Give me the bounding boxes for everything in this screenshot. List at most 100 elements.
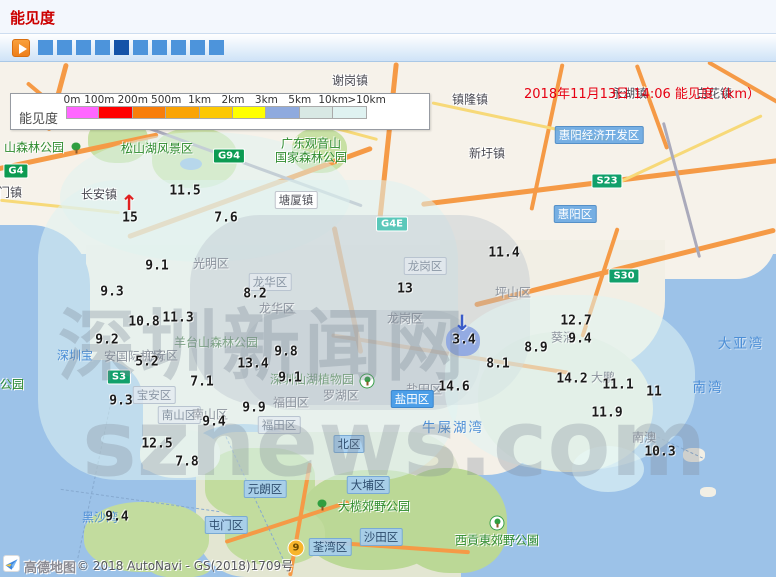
map-label-chip-hk: 荃湾区 bbox=[309, 538, 352, 556]
station-value: 8.9 bbox=[524, 341, 547, 356]
map-label-town-dim: 坪山区 bbox=[495, 284, 531, 301]
timeline-frame-10[interactable] bbox=[209, 40, 224, 55]
station-value: 9.4 bbox=[202, 415, 225, 430]
amap-logo-icon bbox=[3, 555, 20, 572]
station-value: 13 bbox=[397, 282, 413, 297]
station-value: 10.8 bbox=[128, 315, 159, 330]
station-value: 12.5 bbox=[141, 437, 172, 452]
visibility-legend: 能见度 0m100m 200m500m 1km 2km 3km 5km 10km>10km bbox=[10, 93, 430, 130]
map-label-park: 松山湖风景区 bbox=[121, 140, 193, 157]
timeline-frame-7[interactable] bbox=[152, 40, 167, 55]
copyright-text: © 2018 AutoNavi - GS(2018)1709号 bbox=[77, 557, 293, 574]
timeline-frame-9[interactable] bbox=[190, 40, 205, 55]
map-label-town: 长安镇 bbox=[81, 186, 117, 203]
legend-segment-2 bbox=[133, 106, 166, 119]
legend-tick-label: 0m bbox=[64, 94, 81, 106]
map-label-chip-blue: 惠阳区 bbox=[554, 205, 597, 223]
station-value: 9.9 bbox=[242, 401, 265, 416]
map-canvas[interactable]: 深圳新闻网 sznews.com 能见度 0m100m200m500m1km2k… bbox=[0, 62, 776, 577]
station-value: 9.4 bbox=[105, 510, 128, 525]
legend-segment-5 bbox=[233, 106, 266, 119]
station-value: 7.6 bbox=[214, 211, 237, 226]
timeline-frame-4[interactable] bbox=[95, 40, 110, 55]
map-label-park: 西貢東郊野公園 bbox=[455, 532, 539, 549]
station-value: 11.9 bbox=[591, 406, 622, 421]
map-label-town: 门镇 bbox=[0, 184, 22, 201]
legend-tick-label: 1km bbox=[188, 94, 211, 106]
station-value: 11.1 bbox=[602, 378, 633, 393]
legend-segment-3 bbox=[166, 106, 199, 119]
station-value: 10.3 bbox=[644, 445, 675, 460]
legend-tick-label: 3km bbox=[255, 94, 278, 106]
map-label-chip-hk: 沙田区 bbox=[360, 528, 403, 546]
tree-icon bbox=[490, 516, 505, 531]
tree-icon bbox=[71, 143, 82, 154]
road-badge-G4E: G4E bbox=[376, 217, 408, 232]
station-value: 11.3 bbox=[162, 311, 193, 326]
station-value: 11.5 bbox=[169, 184, 200, 199]
timeline-frame-5[interactable] bbox=[114, 40, 129, 55]
station-value: 9.1 bbox=[278, 371, 301, 386]
amap-brand: 高德地图 bbox=[24, 557, 76, 576]
play-icon bbox=[19, 44, 27, 54]
road-badge-G94: G94 bbox=[213, 149, 245, 164]
station-value: 14.6 bbox=[438, 380, 469, 395]
legend-segment-4 bbox=[200, 106, 233, 119]
legend-tick-label: 200m bbox=[118, 94, 148, 106]
play-button[interactable] bbox=[12, 39, 30, 57]
tree-icon bbox=[317, 500, 328, 511]
map-label-town: 镇隆镇 bbox=[452, 91, 488, 108]
road-badge-G4: G4 bbox=[3, 164, 28, 179]
legend-tick-label: 5km bbox=[288, 94, 311, 106]
map-label-chip-blue: 惠阳经济开发区 bbox=[555, 126, 644, 144]
animation-toolbar bbox=[0, 33, 776, 62]
station-value: 9.3 bbox=[100, 285, 123, 300]
legend-tick-label: >10km bbox=[347, 94, 385, 106]
map-label-town-dim: 光明区 bbox=[193, 255, 229, 272]
timeline-frame-1[interactable] bbox=[38, 40, 53, 55]
station-value: 9.4 bbox=[568, 332, 591, 347]
station-value: 11 bbox=[646, 385, 662, 400]
legend-tick-label: 500m bbox=[151, 94, 181, 106]
timeline-frame-2[interactable] bbox=[57, 40, 72, 55]
timestamp-label: 2018年11月13日 14:06 能见度（km） bbox=[524, 83, 760, 102]
map-label-park: 大榄郊野公园 bbox=[338, 498, 410, 515]
map-label-chip-hk: 屯门区 bbox=[205, 516, 248, 534]
station-value: 8.2 bbox=[243, 287, 266, 302]
station-value: 13.4 bbox=[237, 357, 268, 372]
down-arrow-icon: ↓ bbox=[453, 311, 471, 335]
map-label-sea-lg: 大亚湾 bbox=[718, 332, 765, 352]
station-value: 5.2 bbox=[135, 355, 158, 370]
station-value: 9.3 bbox=[109, 394, 132, 409]
road-badge-S23: S23 bbox=[591, 174, 622, 189]
station-value: 9.1 bbox=[145, 259, 168, 274]
map-label-town-box: 塘厦镇 bbox=[275, 191, 318, 209]
up-arrow-icon: ↑ bbox=[120, 191, 138, 215]
timeline-frame-3[interactable] bbox=[76, 40, 91, 55]
map-label-chip-dim: 龙岗区 bbox=[404, 257, 447, 275]
timeline-frame-6[interactable] bbox=[133, 40, 148, 55]
map-label-park: 国家森林公园 bbox=[275, 149, 347, 166]
map-label-park: 山森林公园 bbox=[4, 139, 64, 156]
map-label-park: 公园 bbox=[0, 376, 24, 393]
station-value: 8.1 bbox=[486, 357, 509, 372]
page-header: 能见度 bbox=[0, 0, 776, 33]
station-value: 12.7 bbox=[560, 314, 591, 329]
station-value: 7.8 bbox=[175, 455, 198, 470]
frame-timeline bbox=[38, 40, 228, 56]
station-value: 9.2 bbox=[95, 333, 118, 348]
station-value: 7.1 bbox=[190, 375, 213, 390]
road-badge-S30: S30 bbox=[608, 269, 639, 284]
legend-tick-label: 10km bbox=[318, 94, 348, 106]
legend-segment-8 bbox=[333, 106, 366, 119]
station-value: 9.8 bbox=[274, 345, 297, 360]
road-badge-9: 9 bbox=[288, 540, 305, 557]
timeline-frame-8[interactable] bbox=[171, 40, 186, 55]
map-label-town: 新圩镇 bbox=[469, 145, 505, 162]
legend-tick-label: 2km bbox=[222, 94, 245, 106]
legend-segment-1 bbox=[99, 106, 132, 119]
legend-title: 能见度 bbox=[19, 108, 58, 127]
station-value: 11.4 bbox=[488, 246, 519, 261]
map-label-town: 谢岗镇 bbox=[332, 72, 368, 89]
legend-tick-label: 100m bbox=[84, 94, 114, 106]
